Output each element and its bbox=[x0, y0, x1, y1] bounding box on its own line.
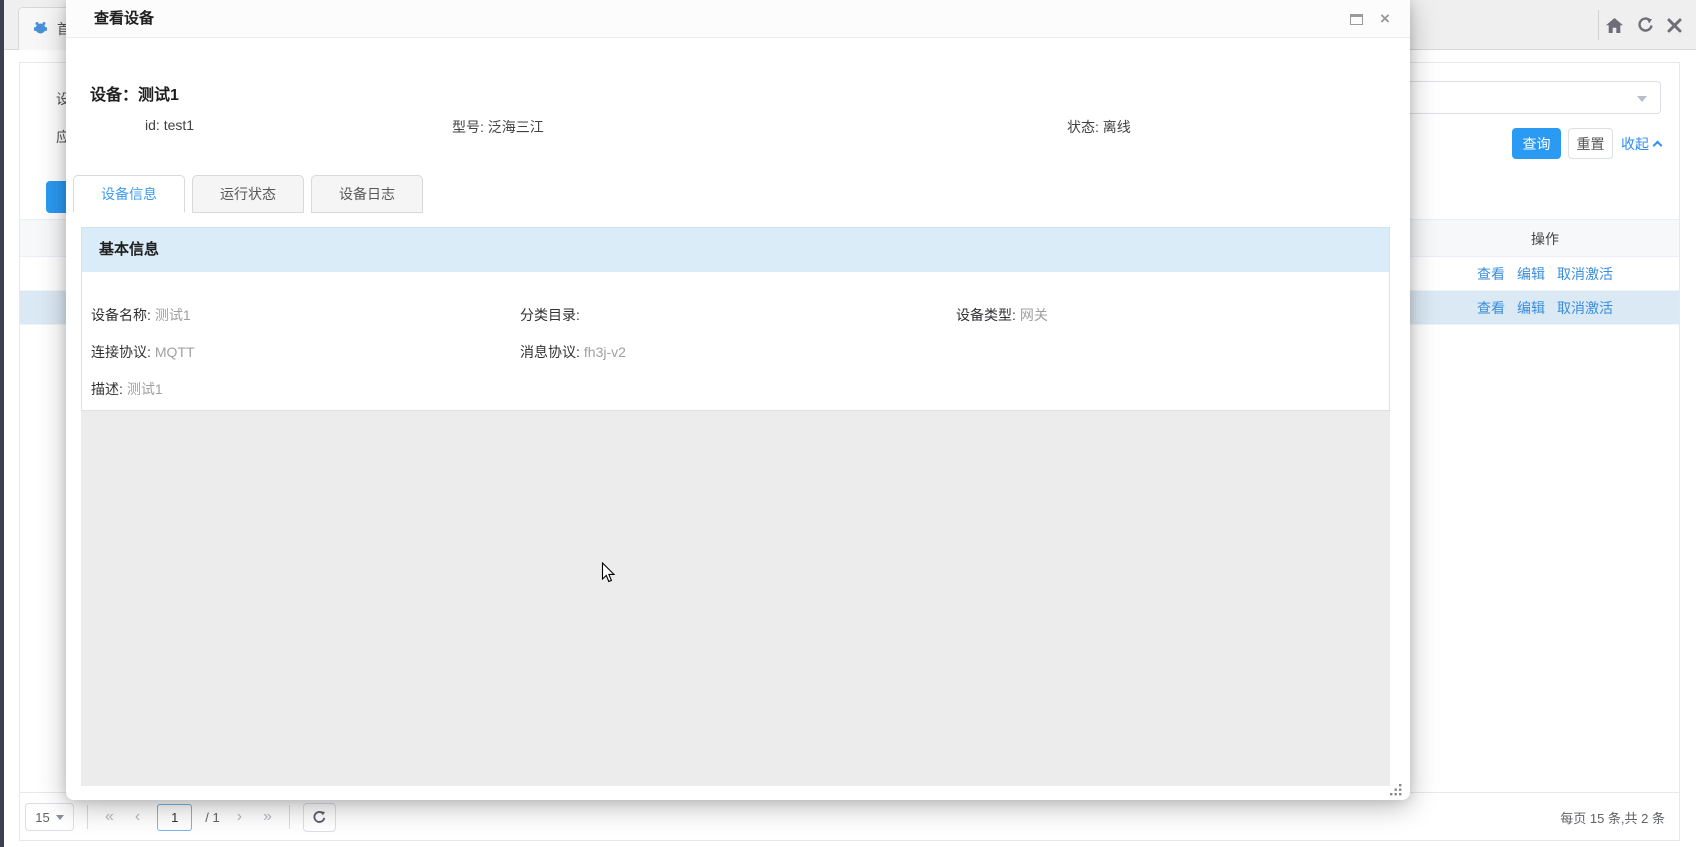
refresh-icon bbox=[312, 810, 327, 825]
field-label: 描述: bbox=[91, 381, 123, 397]
field-value: fh3j-v2 bbox=[584, 344, 626, 360]
close-icon[interactable]: × bbox=[1375, 9, 1395, 29]
device-model: 型号: 泛海三江 bbox=[452, 117, 544, 137]
maximize-icon[interactable] bbox=[1350, 14, 1363, 25]
view-link[interactable]: 查看 bbox=[1477, 264, 1505, 284]
topbar-divider bbox=[1598, 10, 1599, 40]
page-size-value: 15 bbox=[35, 810, 49, 825]
pager-divider bbox=[289, 805, 290, 829]
field-value: 网关 bbox=[1020, 307, 1048, 323]
field-device-type: 设备类型:网关 bbox=[956, 305, 1048, 325]
last-page-button[interactable]: » bbox=[259, 808, 276, 826]
field-label: 消息协议: bbox=[520, 344, 580, 360]
device-model-label: 型号: bbox=[452, 119, 484, 135]
device-id-value: test1 bbox=[164, 117, 194, 133]
view-link[interactable]: 查看 bbox=[1477, 298, 1505, 318]
resize-handle[interactable] bbox=[1390, 783, 1402, 795]
tab-device-info[interactable]: 设备信息 bbox=[73, 175, 185, 213]
field-description: 描述:测试1 bbox=[91, 379, 163, 399]
pager-divider bbox=[87, 805, 88, 829]
collapsed-sidebar bbox=[0, 0, 4, 847]
window-controls bbox=[1605, 0, 1682, 50]
collapse-label: 收起 bbox=[1621, 134, 1649, 154]
next-page-button[interactable]: › bbox=[233, 808, 246, 826]
prev-page-button[interactable]: ‹ bbox=[131, 808, 144, 826]
field-connect-protocol: 连接协议:MQTT bbox=[91, 342, 195, 362]
info-row: 描述:测试1 bbox=[82, 379, 1389, 399]
field-label: 设备类型: bbox=[956, 307, 1016, 323]
chevron-down-icon bbox=[1637, 96, 1647, 102]
query-button[interactable]: 查询 bbox=[1512, 128, 1561, 159]
chevron-down-icon bbox=[56, 815, 64, 820]
tab-running-status[interactable]: 运行状态 bbox=[192, 175, 304, 213]
pagination-summary: 每页 15 条,共 2 条 bbox=[1560, 793, 1665, 841]
field-label: 分类目录: bbox=[520, 307, 580, 323]
close-icon[interactable] bbox=[1667, 18, 1682, 33]
field-value: MQTT bbox=[155, 344, 195, 360]
field-device-name: 设备名称:测试1 bbox=[91, 305, 191, 325]
refresh-table-button[interactable] bbox=[303, 803, 336, 832]
device-status: 状态: 离线 bbox=[1067, 117, 1131, 137]
field-value: 测试1 bbox=[155, 307, 191, 323]
refresh-icon[interactable] bbox=[1636, 16, 1655, 34]
tab-device-log[interactable]: 设备日志 bbox=[311, 175, 423, 213]
deactivate-link[interactable]: 取消激活 bbox=[1557, 264, 1613, 284]
device-id-label: id: bbox=[145, 117, 160, 133]
first-page-button[interactable]: « bbox=[101, 808, 118, 826]
page-size-dropdown[interactable]: 15 bbox=[25, 803, 74, 831]
device-info-panel: 基本信息 设备名称:测试1 分类目录: 设备类型:网关 连接协议:MQTT bbox=[81, 227, 1390, 786]
field-value: 测试1 bbox=[127, 381, 163, 397]
total-pages-label: / 1 bbox=[205, 810, 219, 825]
device-id: id: test1 bbox=[145, 117, 194, 133]
field-label: 设备名称: bbox=[91, 307, 151, 323]
edit-link[interactable]: 编辑 bbox=[1517, 298, 1545, 318]
deactivate-link[interactable]: 取消激活 bbox=[1557, 298, 1613, 318]
home-icon[interactable] bbox=[1605, 17, 1624, 34]
modal-tabs: 设备信息 运行状态 设备日志 bbox=[73, 175, 423, 213]
info-row: 设备名称:测试1 分类目录: 设备类型:网关 bbox=[82, 305, 1389, 325]
chevron-up-icon bbox=[1653, 141, 1663, 151]
row-actions: 查看 编辑 取消激活 bbox=[1411, 257, 1679, 291]
device-status-value: 离线 bbox=[1103, 119, 1131, 135]
row-actions: 查看 编辑 取消激活 bbox=[1411, 291, 1679, 325]
modal-title: 查看设备 bbox=[94, 0, 154, 38]
edit-link[interactable]: 编辑 bbox=[1517, 264, 1545, 284]
device-model-value: 泛海三江 bbox=[488, 119, 544, 135]
collapse-link[interactable]: 收起 bbox=[1621, 134, 1661, 154]
field-category: 分类目录: bbox=[520, 305, 584, 325]
field-message-protocol: 消息协议:fh3j-v2 bbox=[520, 342, 626, 362]
modal-header: 查看设备 × bbox=[66, 0, 1410, 38]
device-status-label: 状态: bbox=[1067, 119, 1099, 135]
view-device-modal: 查看设备 × 设备：测试1 id: test1 型号: 泛海三江 状态: 离线 … bbox=[66, 0, 1410, 800]
basic-info-section-title: 基本信息 bbox=[81, 227, 1390, 272]
basic-info-fields: 设备名称:测试1 分类目录: 设备类型:网关 连接协议:MQTT 消息协议:fh… bbox=[81, 272, 1390, 411]
info-row: 连接协议:MQTT 消息协议:fh3j-v2 bbox=[82, 342, 1389, 362]
page-number-input[interactable] bbox=[157, 804, 192, 831]
app-icon bbox=[33, 20, 48, 38]
pager-controls: 15 « ‹ / 1 › » bbox=[25, 793, 336, 841]
reset-button[interactable]: 重置 bbox=[1568, 128, 1613, 159]
app-root: 首页 设 应 bbox=[0, 0, 1696, 847]
field-label: 连接协议: bbox=[91, 344, 151, 360]
operation-column-header: 操作 bbox=[1411, 220, 1679, 258]
device-title: 设备：测试1 bbox=[90, 81, 179, 105]
